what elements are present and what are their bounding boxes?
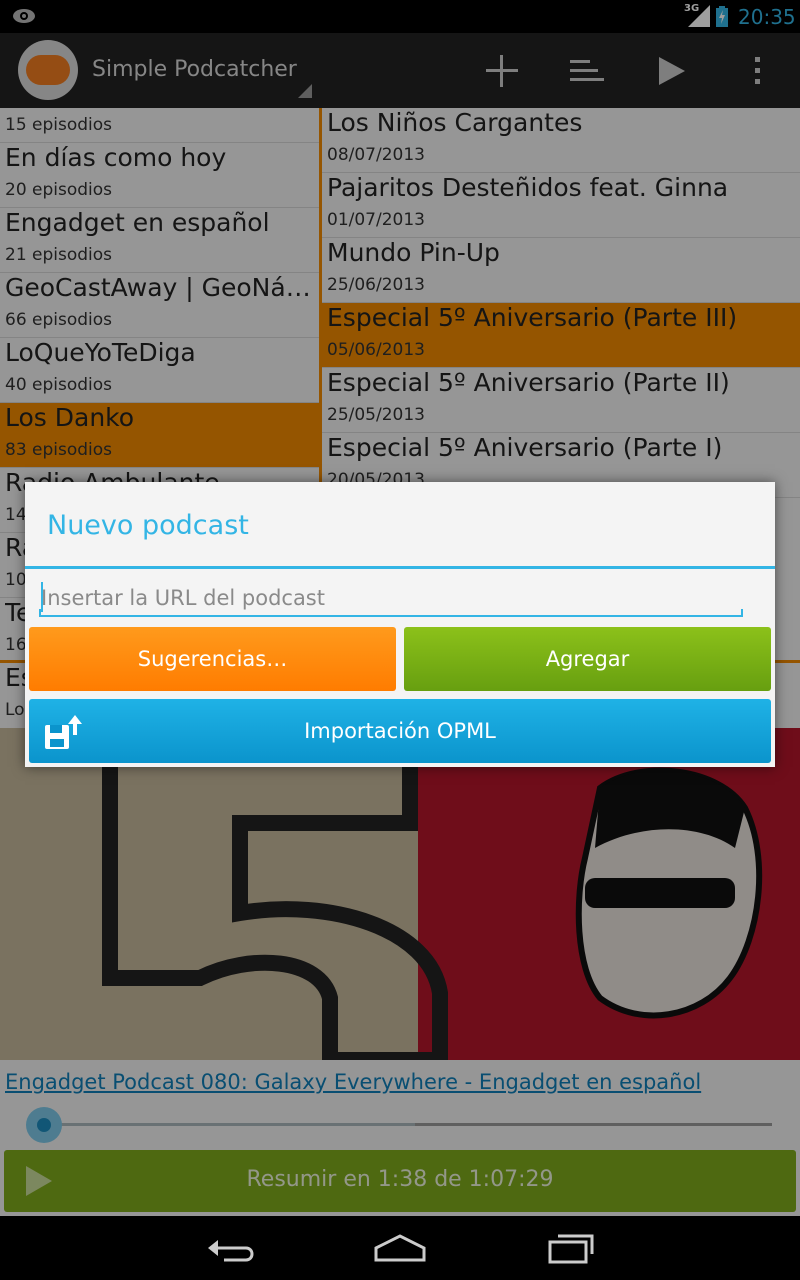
back-icon[interactable] xyxy=(200,1226,260,1270)
save-upload-icon xyxy=(45,715,82,749)
dialog-title: Nuevo podcast xyxy=(47,510,249,541)
recent-apps-icon[interactable] xyxy=(540,1226,600,1270)
home-icon[interactable] xyxy=(370,1226,430,1270)
navigation-bar xyxy=(0,1216,800,1280)
suggestions-button[interactable]: Sugerencias… xyxy=(29,627,396,691)
podcast-url-input[interactable] xyxy=(39,578,743,618)
dialog-title-divider xyxy=(25,566,775,569)
opml-import-button[interactable]: Importación OPML xyxy=(29,699,771,763)
suggestions-label: Sugerencias… xyxy=(137,647,288,671)
add-label: Agregar xyxy=(545,647,630,671)
opml-label: Importación OPML xyxy=(304,719,496,743)
add-button[interactable]: Agregar xyxy=(404,627,771,691)
new-podcast-dialog: Nuevo podcast Sugerencias… Agregar Impor… xyxy=(25,482,775,767)
input-underline xyxy=(39,609,743,617)
text-cursor xyxy=(41,582,43,612)
